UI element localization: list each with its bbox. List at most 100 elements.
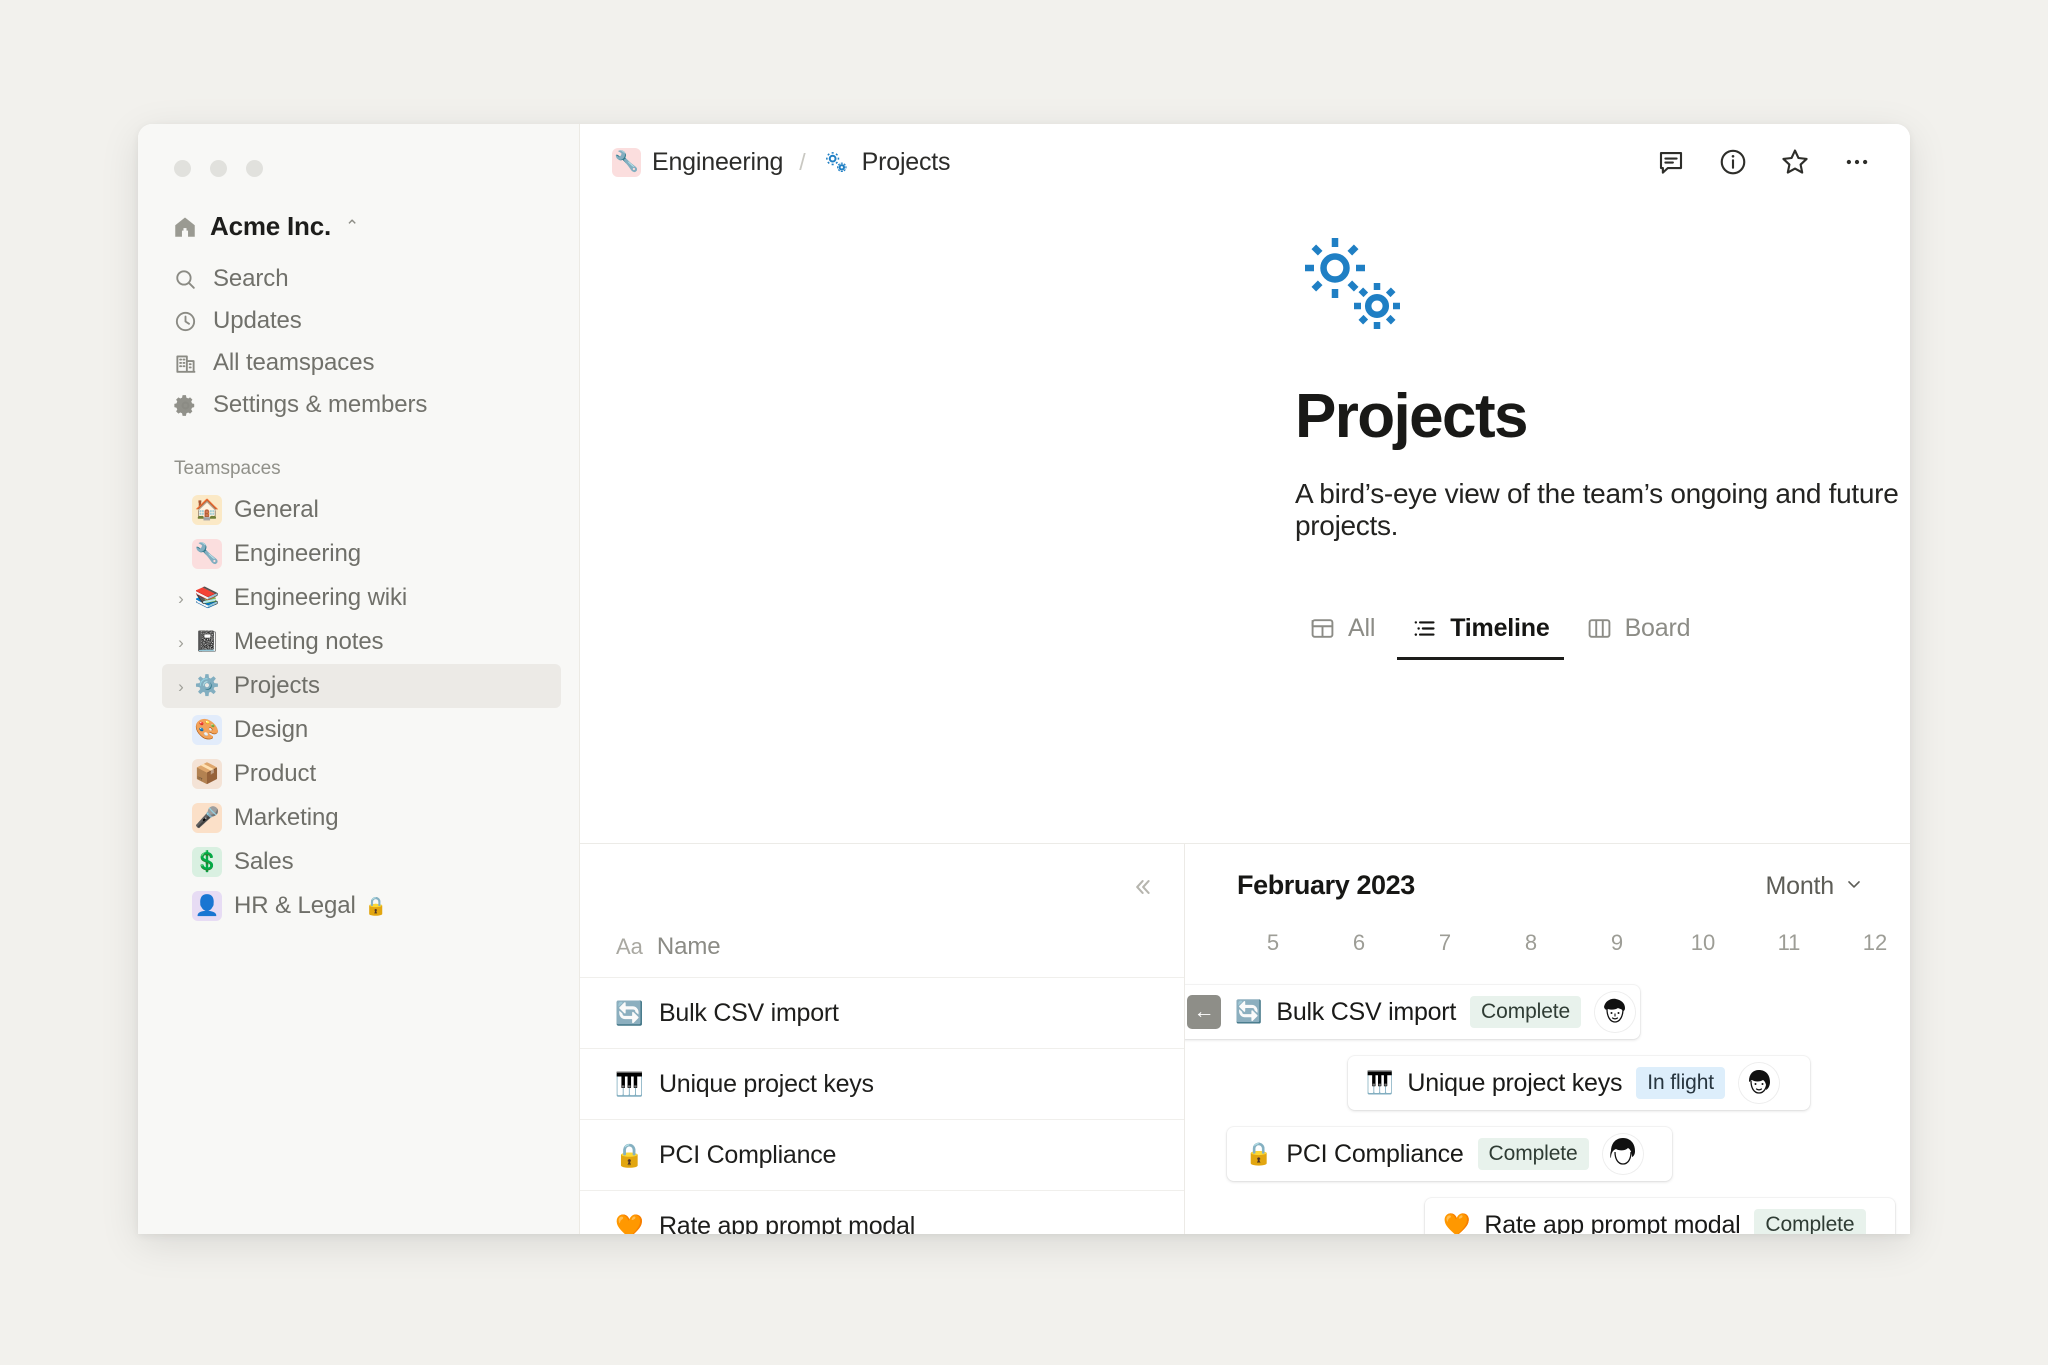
teamspace-emoji-icon: 📓 bbox=[192, 627, 222, 657]
breadcrumb-separator: / bbox=[799, 149, 805, 176]
tab-label: Board bbox=[1625, 614, 1691, 643]
sidebar-item-hr-legal[interactable]: ›👤HR & Legal🔒 bbox=[162, 884, 561, 928]
teamspace-label: Product bbox=[234, 760, 316, 788]
sidebar-primary-nav: Search UpdatesAll teamspacesSettings & me… bbox=[156, 258, 561, 426]
teamspace-emoji-icon: 📚 bbox=[192, 583, 222, 613]
avatar[interactable] bbox=[1739, 1063, 1779, 1103]
timeline-row: ←🔄Bulk CSV importComplete bbox=[1185, 977, 1910, 1048]
status-badge: In flight bbox=[1636, 1067, 1725, 1099]
teamspace-emoji-icon: 🎨 bbox=[192, 715, 222, 745]
sidebar-item-sales[interactable]: ›💲Sales bbox=[162, 840, 561, 884]
table-row[interactable]: 🔄Bulk CSV import bbox=[580, 977, 1184, 1048]
avatar[interactable] bbox=[1595, 992, 1635, 1032]
teamspace-label: Design bbox=[234, 716, 308, 744]
scroll-to-start-icon[interactable]: ← bbox=[1187, 995, 1221, 1029]
timeline-bar[interactable]: 🧡Rate app prompt modalComplete bbox=[1425, 1198, 1895, 1234]
sidebar-nav-updates[interactable]: Updates bbox=[162, 300, 561, 342]
teamspace-emoji-icon: 🎤 bbox=[192, 803, 222, 833]
teamspace-label: Engineering wiki bbox=[234, 584, 407, 612]
teamspace-label: Sales bbox=[234, 848, 294, 876]
page-title: Projects bbox=[1295, 381, 1910, 452]
timeline-month-label: February 2023 bbox=[1237, 870, 1415, 901]
bar-title: Bulk CSV import bbox=[1276, 998, 1456, 1027]
collapse-left-icon[interactable] bbox=[1124, 870, 1158, 904]
chevron-right-icon[interactable]: › bbox=[170, 590, 192, 607]
status-badge: Complete bbox=[1478, 1138, 1589, 1170]
more-options-icon[interactable] bbox=[1840, 145, 1874, 179]
window-traffic-lights bbox=[156, 124, 561, 177]
timeline-day-tick: 11 bbox=[1778, 930, 1801, 956]
teamspace-label: Marketing bbox=[234, 804, 338, 832]
timeline-day-tick: 6 bbox=[1353, 930, 1365, 956]
timeline-day-tick: 12 bbox=[1863, 930, 1887, 956]
sidebar-nav-all-teamspaces[interactable]: All teamspaces bbox=[162, 342, 561, 384]
sidebar-item-meeting-notes[interactable]: ›📓Meeting notes bbox=[162, 620, 561, 664]
app-window: Acme Inc. ⌃ SearchUpdatesAll teamspacesS… bbox=[138, 124, 1910, 1234]
sidebar-item-engineering-wiki[interactable]: ›📚 Engineering wiki bbox=[162, 576, 561, 620]
row-name-label: Unique project keys bbox=[659, 1070, 874, 1099]
sidebar-nav-settings-members[interactable]: Settings & members bbox=[162, 384, 561, 426]
sidebar-item-engineering[interactable]: ›🔧Engineering bbox=[162, 532, 561, 576]
breadcrumb-label-projects: Projects bbox=[862, 148, 951, 177]
minimize-window-button[interactable] bbox=[210, 160, 227, 177]
sidebar-nav-search[interactable]: Search bbox=[162, 258, 561, 300]
sidebar-nav-label: Search bbox=[213, 265, 288, 293]
close-window-button[interactable] bbox=[174, 160, 191, 177]
bar-title: Unique project keys bbox=[1407, 1069, 1622, 1098]
name-column-label[interactable]: Aa Name bbox=[616, 933, 721, 961]
timeline-day-tick: 7 bbox=[1439, 930, 1451, 956]
chevron-down-icon bbox=[1844, 872, 1864, 901]
breadcrumb-item-engineering[interactable]: 🔧 Engineering bbox=[606, 144, 789, 181]
workspace-switcher[interactable]: Acme Inc. ⌃ bbox=[164, 205, 561, 248]
timeline-bar[interactable]: 🔒PCI ComplianceComplete bbox=[1227, 1127, 1672, 1181]
row-emoji-icon: 🎹 bbox=[616, 1073, 643, 1096]
teamspace-emoji-icon: 👤 bbox=[192, 891, 222, 921]
chevron-right-icon[interactable]: › bbox=[170, 678, 192, 695]
tab-all[interactable]: All bbox=[1295, 598, 1389, 660]
timeline-icon bbox=[1411, 615, 1438, 642]
timeline-scale-label: Month bbox=[1766, 872, 1834, 901]
timeline-bar[interactable]: ←🔄Bulk CSV importComplete bbox=[1185, 985, 1640, 1039]
teamspaces-list: ›🏠General›🔧Engineering›📚Engineering wiki… bbox=[156, 488, 561, 928]
table-row[interactable]: 🔒PCI Compliance bbox=[580, 1119, 1184, 1190]
table-row[interactable]: 🧡Rate app prompt modal bbox=[580, 1190, 1184, 1234]
timeline-day-tick: 8 bbox=[1525, 930, 1537, 956]
workspace-name: Acme Inc. bbox=[210, 211, 331, 242]
timeline-chart-header: February 2023 Month 56789101112 bbox=[1185, 844, 1910, 977]
teamspace-emoji-icon: ⚙️ bbox=[192, 671, 222, 701]
teamspace-emoji-icon: 🏠 bbox=[192, 495, 222, 525]
sidebar-item-general[interactable]: ›🏠General bbox=[162, 488, 561, 532]
tab-board[interactable]: Board bbox=[1572, 598, 1705, 660]
info-icon[interactable] bbox=[1716, 145, 1750, 179]
status-badge: Complete bbox=[1754, 1209, 1865, 1234]
page-description: A bird’s-eye view of the team’s ongoing … bbox=[1295, 478, 1910, 542]
row-emoji-icon: 🧡 bbox=[616, 1215, 643, 1235]
maximize-window-button[interactable] bbox=[246, 160, 263, 177]
timeline-chart: February 2023 Month 56789101112 ←🔄Bulk C… bbox=[1185, 844, 1910, 1234]
timeline-scale-select[interactable]: Month bbox=[1766, 872, 1864, 901]
breadcrumb-item-projects[interactable]: Projects bbox=[816, 144, 957, 181]
bar-emoji-icon: 🔄 bbox=[1235, 1001, 1262, 1023]
timeline-bar[interactable]: 🎹Unique project keysIn flight bbox=[1348, 1056, 1810, 1110]
sidebar: Acme Inc. ⌃ SearchUpdatesAll teamspacesS… bbox=[138, 124, 580, 1234]
sidebar-item-marketing[interactable]: ›🎤Marketing bbox=[162, 796, 561, 840]
main-content: 🔧 Engineering / Projects bbox=[580, 124, 1910, 1234]
sidebar-item-product[interactable]: ›📦Product bbox=[162, 752, 561, 796]
avatar[interactable] bbox=[1603, 1134, 1643, 1174]
building-icon bbox=[172, 350, 198, 376]
comment-icon[interactable] bbox=[1654, 145, 1688, 179]
tab-timeline[interactable]: Timeline bbox=[1397, 598, 1563, 660]
star-icon[interactable] bbox=[1778, 145, 1812, 179]
timeline-row-names: 🔄Bulk CSV import 🎹 Unique project keys 🔒PCI… bbox=[580, 977, 1184, 1234]
table-icon bbox=[1309, 615, 1336, 642]
chevron-right-icon[interactable]: › bbox=[170, 634, 192, 651]
teamspace-emoji-icon: 📦 bbox=[192, 759, 222, 789]
table-row[interactable]: 🎹 Unique project keys bbox=[580, 1048, 1184, 1119]
bar-title: PCI Compliance bbox=[1286, 1140, 1463, 1169]
row-name-label: Bulk CSV import bbox=[659, 999, 839, 1028]
gears-icon bbox=[822, 148, 851, 177]
page-gears-icon[interactable] bbox=[1295, 230, 1910, 345]
sidebar-item-projects[interactable]: ›⚙️Projects bbox=[162, 664, 561, 708]
timeline-view: Aa Name 🔄Bulk CSV import🎹Unique project … bbox=[580, 843, 1910, 1234]
sidebar-item-design[interactable]: ›🎨Design bbox=[162, 708, 561, 752]
